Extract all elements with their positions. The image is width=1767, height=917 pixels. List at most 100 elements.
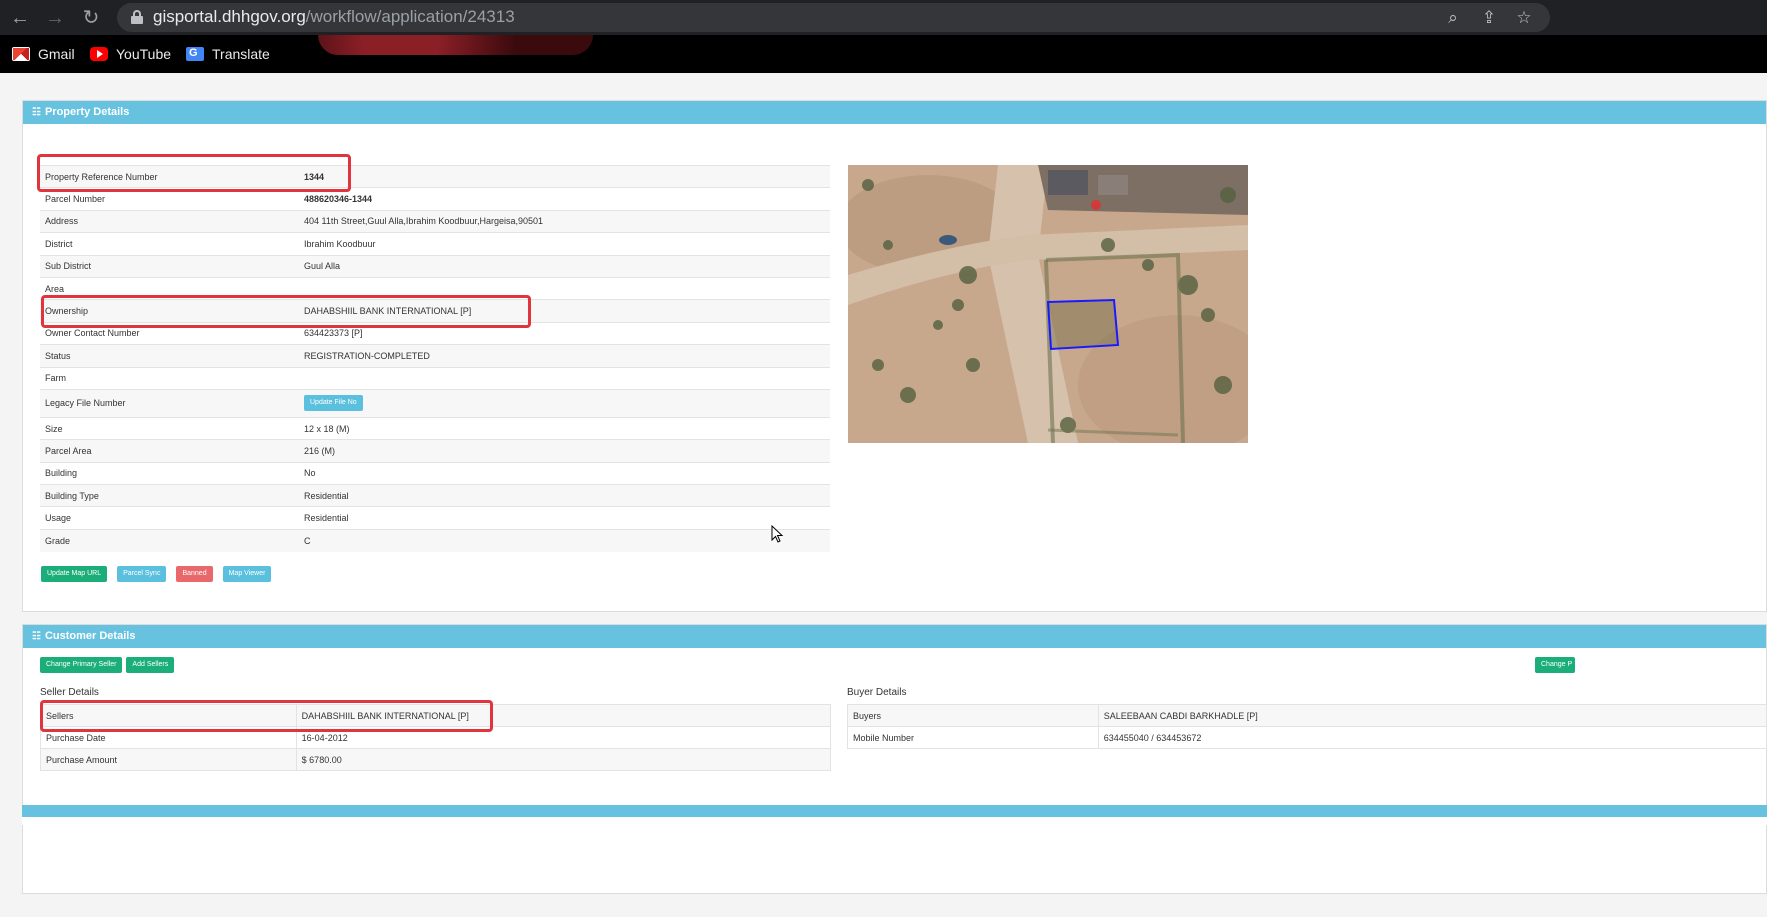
seller-table: Sellers DAHABSHIIL BANK INTERNATIONAL [P]…: [40, 704, 832, 771]
share-icon[interactable]: ⇪: [1478, 7, 1500, 29]
change-primary-buyer-button[interactable]: Change P: [1535, 657, 1575, 673]
field-label: Building Type: [40, 484, 299, 507]
translate-icon: [186, 47, 204, 61]
field-value: 12 x 18 (M): [299, 416, 830, 440]
banned-button[interactable]: Banned: [176, 566, 213, 582]
table-row: Sub District Guul Alla: [40, 254, 830, 278]
table-row: Parcel Number 488620346-1344: [40, 187, 830, 211]
field-value: Ibrahim Koodbuur: [299, 232, 830, 256]
field-label: Address: [40, 209, 299, 233]
zoom-icon[interactable]: ⌕: [1442, 7, 1464, 29]
property-actions: Update Map URL Parcel Sync Banned Map Viewe…: [41, 566, 272, 582]
table-row: Purchase Date 16-04-2012: [40, 726, 832, 749]
add-sellers-button[interactable]: Add Sellers: [126, 657, 175, 673]
update-file-no-button[interactable]: Update File No: [304, 395, 363, 412]
buyer-details-heading: Buyer Details: [847, 687, 907, 698]
field-label: Grade: [40, 528, 299, 552]
field-value: Residential: [299, 506, 830, 530]
table-row: Status REGISTRATION-COMPLETED: [40, 344, 830, 368]
youtube-icon: [90, 47, 108, 61]
page-banner-image: [318, 35, 593, 55]
field-value: REGISTRATION-COMPLETED: [299, 344, 830, 368]
panel-title: Property Details: [44, 106, 130, 118]
bookmark-youtube[interactable]: YouTube: [90, 44, 171, 64]
field-value: 404 11th Street,Guul Alla,Ibrahim Koodbu…: [299, 209, 830, 233]
field-label: Legacy File Number: [40, 388, 299, 418]
table-row: Legacy File Number Update File No: [40, 388, 830, 418]
field-label: Purchase Date: [40, 726, 297, 749]
table-row: District Ibrahim Koodbuur: [40, 232, 830, 256]
field-value: No: [299, 461, 830, 485]
table-row: Size 12 x 18 (M): [40, 416, 830, 440]
reload-icon[interactable]: ↻: [79, 6, 103, 30]
mouse-cursor-icon: [771, 525, 784, 543]
gmail-icon: [12, 47, 30, 61]
panel-header: ☷ Customer Details: [23, 625, 1766, 648]
field-label: Sub District: [40, 254, 299, 278]
field-label: Building: [40, 461, 299, 485]
field-value: DAHABSHIIL BANK INTERNATIONAL [P]: [295, 704, 832, 727]
field-value: [299, 366, 830, 390]
parcel-satellite-image[interactable]: [848, 165, 1248, 443]
field-label: Status: [40, 344, 299, 368]
field-value: Update File No: [299, 388, 830, 418]
panel-header: ☷ Property Details: [23, 101, 1766, 124]
field-label: Purchase Amount: [40, 748, 297, 771]
field-label: Sellers: [40, 704, 297, 727]
seller-details-heading: Seller Details: [40, 687, 99, 698]
bookmark-star-icon[interactable]: ☆: [1513, 7, 1535, 29]
field-label: Buyers: [847, 704, 1099, 727]
field-label: Parcel Number: [40, 187, 299, 211]
lock-icon[interactable]: [131, 10, 143, 24]
buyer-table: Buyers SALEEBAAN CABDI BARKHADLE [P] Mobil…: [847, 704, 1767, 749]
panel-header: [22, 805, 1767, 817]
customer-actions: Change Primary Seller Add Sellers: [40, 657, 175, 673]
table-row: Buyers SALEEBAAN CABDI BARKHADLE [P]: [847, 704, 1767, 727]
field-label: Property Reference Number: [40, 164, 299, 188]
bookmark-gmail[interactable]: Gmail: [12, 44, 75, 64]
change-primary-seller-button[interactable]: Change Primary Seller: [40, 657, 123, 673]
table-row: Property Reference Number 1344: [40, 164, 830, 188]
table-row: Owner Contact Number 634423373 [P]: [40, 321, 830, 345]
list-icon: ☷: [32, 631, 41, 642]
field-value: 1344: [299, 164, 830, 188]
field-value: 634455040 / 634453672: [1097, 726, 1767, 749]
field-value: Guul Alla: [299, 254, 830, 278]
address-bar[interactable]: gisportal.dhhgov.org/workflow/applicatio…: [117, 3, 1550, 32]
table-row: Building No: [40, 461, 830, 485]
table-row: Parcel Area 216 (M): [40, 439, 830, 463]
table-row: Purchase Amount $ 6780.00: [40, 748, 832, 771]
field-value: 634423373 [P]: [299, 321, 830, 345]
field-value: 16-04-2012: [295, 726, 832, 749]
field-value: [299, 276, 830, 300]
field-label: Usage: [40, 506, 299, 530]
map-viewer-button[interactable]: Map Viewer: [222, 566, 272, 582]
bookmark-label: Translate: [212, 46, 270, 62]
url-text[interactable]: gisportal.dhhgov.org/workflow/applicatio…: [153, 7, 515, 27]
browser-toolbar: ← → ↻ gisportal.dhhgov.org/workflow/appl…: [0, 0, 1767, 35]
bookmark-label: Gmail: [38, 46, 75, 62]
bookmark-translate[interactable]: Translate: [186, 44, 270, 64]
field-value: SALEEBAAN CABDI BARKHADLE [P]: [1097, 704, 1767, 727]
field-value: DAHABSHIIL BANK INTERNATIONAL [P]: [299, 299, 830, 323]
table-row: Building Type Residential: [40, 484, 830, 507]
field-value: Residential: [299, 484, 830, 507]
table-row: Sellers DAHABSHIIL BANK INTERNATIONAL [P]: [40, 704, 832, 727]
forward-icon[interactable]: →: [43, 6, 67, 30]
table-row: Farm: [40, 366, 830, 390]
field-value: C: [299, 528, 830, 552]
field-label: District: [40, 232, 299, 256]
property-table: Property Reference Number 1344 Parcel Numb…: [40, 164, 830, 552]
table-row: Ownership DAHABSHIIL BANK INTERNATIONAL […: [40, 299, 830, 323]
back-icon[interactable]: ←: [8, 6, 32, 30]
panel-title: Customer Details: [44, 630, 136, 642]
table-row: Mobile Number 634455040 / 634453672: [847, 726, 1767, 749]
field-label: Owner Contact Number: [40, 321, 299, 345]
page-content: ☷ Property Details Property Reference Num…: [0, 73, 1767, 917]
next-panel: [22, 805, 1767, 825]
field-label: Farm: [40, 366, 299, 390]
update-map-url-button[interactable]: Update Map URL: [41, 566, 108, 582]
parcel-sync-button[interactable]: Parcel Sync: [117, 566, 167, 582]
field-value: 216 (M): [299, 439, 830, 463]
table-row: Address 404 11th Street,Guul Alla,Ibrahim…: [40, 209, 830, 233]
